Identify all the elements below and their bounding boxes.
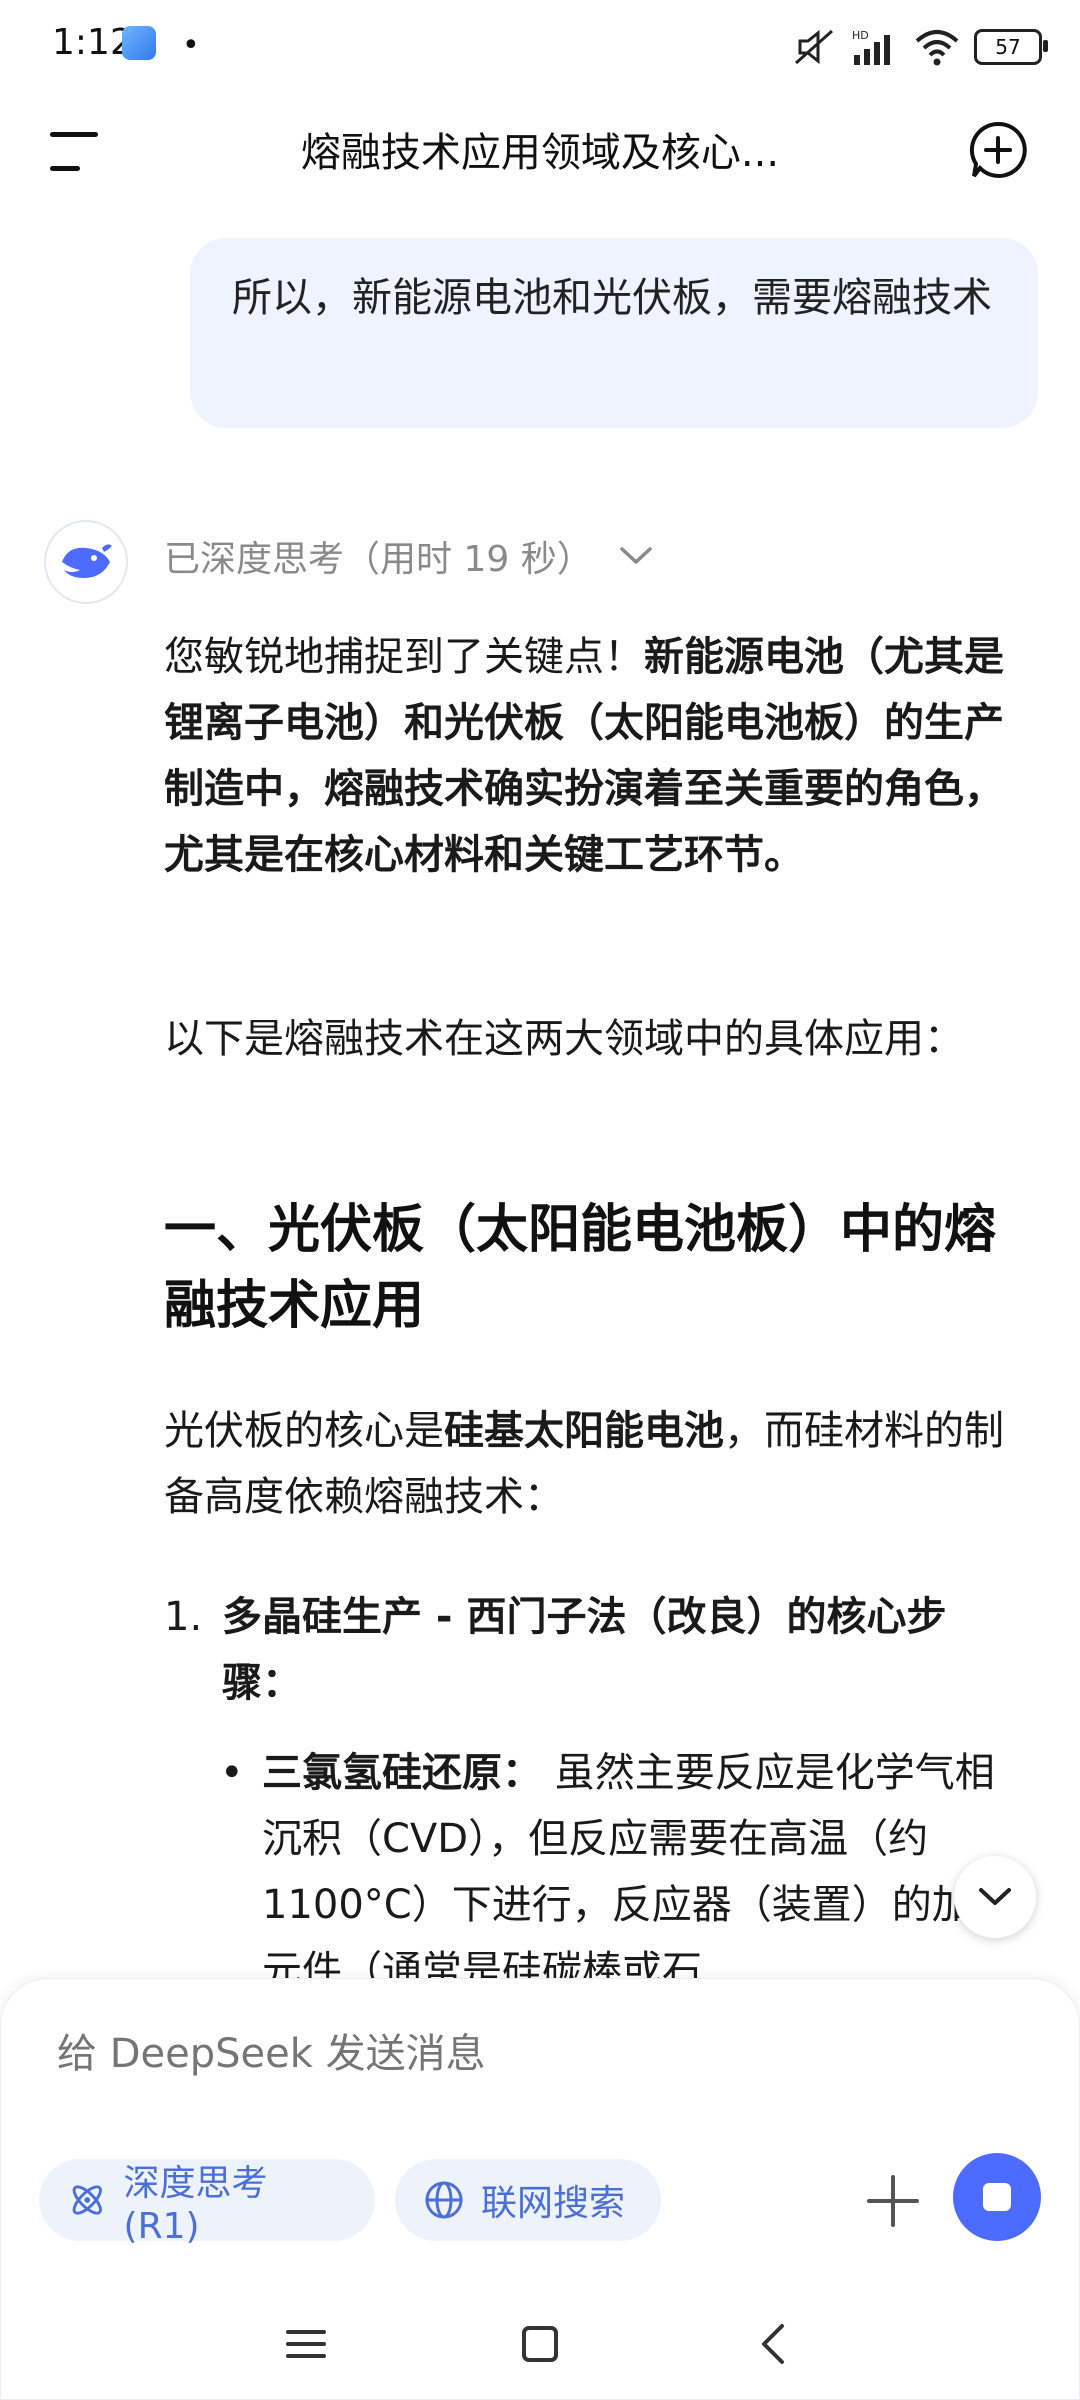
status-icons: HD 57 — [792, 22, 1048, 72]
web-search-label: 联网搜索 — [481, 2183, 626, 2224]
hd-signal-icon: HD — [852, 29, 890, 65]
mute-icon — [795, 29, 833, 65]
new-chat-icon[interactable] — [968, 120, 1028, 180]
bullet-dot: • — [220, 1750, 244, 1796]
deepseek-avatar — [44, 520, 128, 604]
menu-icon[interactable] — [50, 130, 106, 174]
web-search-toggle[interactable]: 联网搜索 — [395, 2159, 661, 2241]
answer-paragraph-pv: 光伏板的核心是硅基太阳能电池，而硅材料的制备高度依赖熔融技术： — [164, 1398, 1014, 1530]
wifi-icon — [915, 30, 959, 66]
answer-paragraph-intro: 您敏锐地捕捉到了关键点！新能源电池（尤其是锂离子电池）和光伏板（太阳能电池板）的… — [164, 624, 1014, 888]
bullet-bold: 三氯氢硅还原： — [262, 1750, 542, 1796]
thinking-label: 已深度思考（用时 19 秒） — [164, 539, 593, 580]
answer-paragraph-lead: 以下是熔融技术在这两大领域中的具体应用： — [164, 1016, 964, 1062]
thinking-toggle[interactable]: 已深度思考（用时 19 秒） — [164, 530, 653, 582]
chevron-down-icon — [979, 1888, 1011, 1905]
answer-heading: 一、光伏板（太阳能电池板）中的熔融技术应用 — [164, 1200, 997, 1336]
pv-text-bold: 硅基太阳能电池 — [444, 1408, 724, 1454]
deep-think-toggle[interactable]: 深度思考 (R1) — [39, 2159, 375, 2247]
deep-think-label: 深度思考 (R1) — [123, 2162, 268, 2247]
atom-icon — [72, 2185, 102, 2215]
back-icon[interactable] — [744, 2314, 804, 2374]
deepseek-whale-icon — [62, 544, 112, 578]
top-app-bar: 熔融技术应用领域及核心... — [0, 96, 1080, 204]
conversation-title[interactable]: 熔融技术应用领域及核心... — [180, 120, 900, 178]
user-message-bubble: 所以，新能源电池和光伏板，需要熔融技术 — [190, 238, 1038, 428]
scroll-to-bottom-button[interactable] — [954, 1856, 1036, 1938]
app-notification-icon — [122, 26, 156, 60]
answer-intro-text: 您敏锐地捕捉到了关键点！ — [164, 634, 644, 680]
globe-icon — [425, 2181, 463, 2219]
list-number: 1. — [164, 1594, 203, 1640]
bullet-text: 三氯氢硅还原： 虽然主要反应是化学气相沉积（CVD），但反应需要在高温（约110… — [262, 1740, 1022, 2004]
battery-icon: 57 — [974, 29, 1048, 65]
status-bar: 1:12 • HD 57 — [0, 0, 1080, 96]
plus-icon[interactable] — [857, 2165, 929, 2237]
stop-icon — [983, 2183, 1011, 2211]
svg-text:HD: HD — [852, 29, 869, 42]
home-icon[interactable] — [510, 2314, 570, 2374]
system-nav-bar — [0, 2290, 1080, 2400]
stop-generation-button[interactable] — [953, 2153, 1041, 2241]
status-dot: • — [182, 28, 200, 63]
message-input[interactable] — [57, 2031, 877, 2077]
recent-apps-icon[interactable] — [276, 2314, 336, 2374]
chevron-down-icon — [619, 547, 652, 564]
pv-text-a: 光伏板的核心是 — [164, 1408, 444, 1454]
status-time: 1:12 — [52, 22, 133, 63]
list-item-text: 多晶硅生产 - 西门子法（改良）的核心步骤： — [222, 1594, 947, 1706]
